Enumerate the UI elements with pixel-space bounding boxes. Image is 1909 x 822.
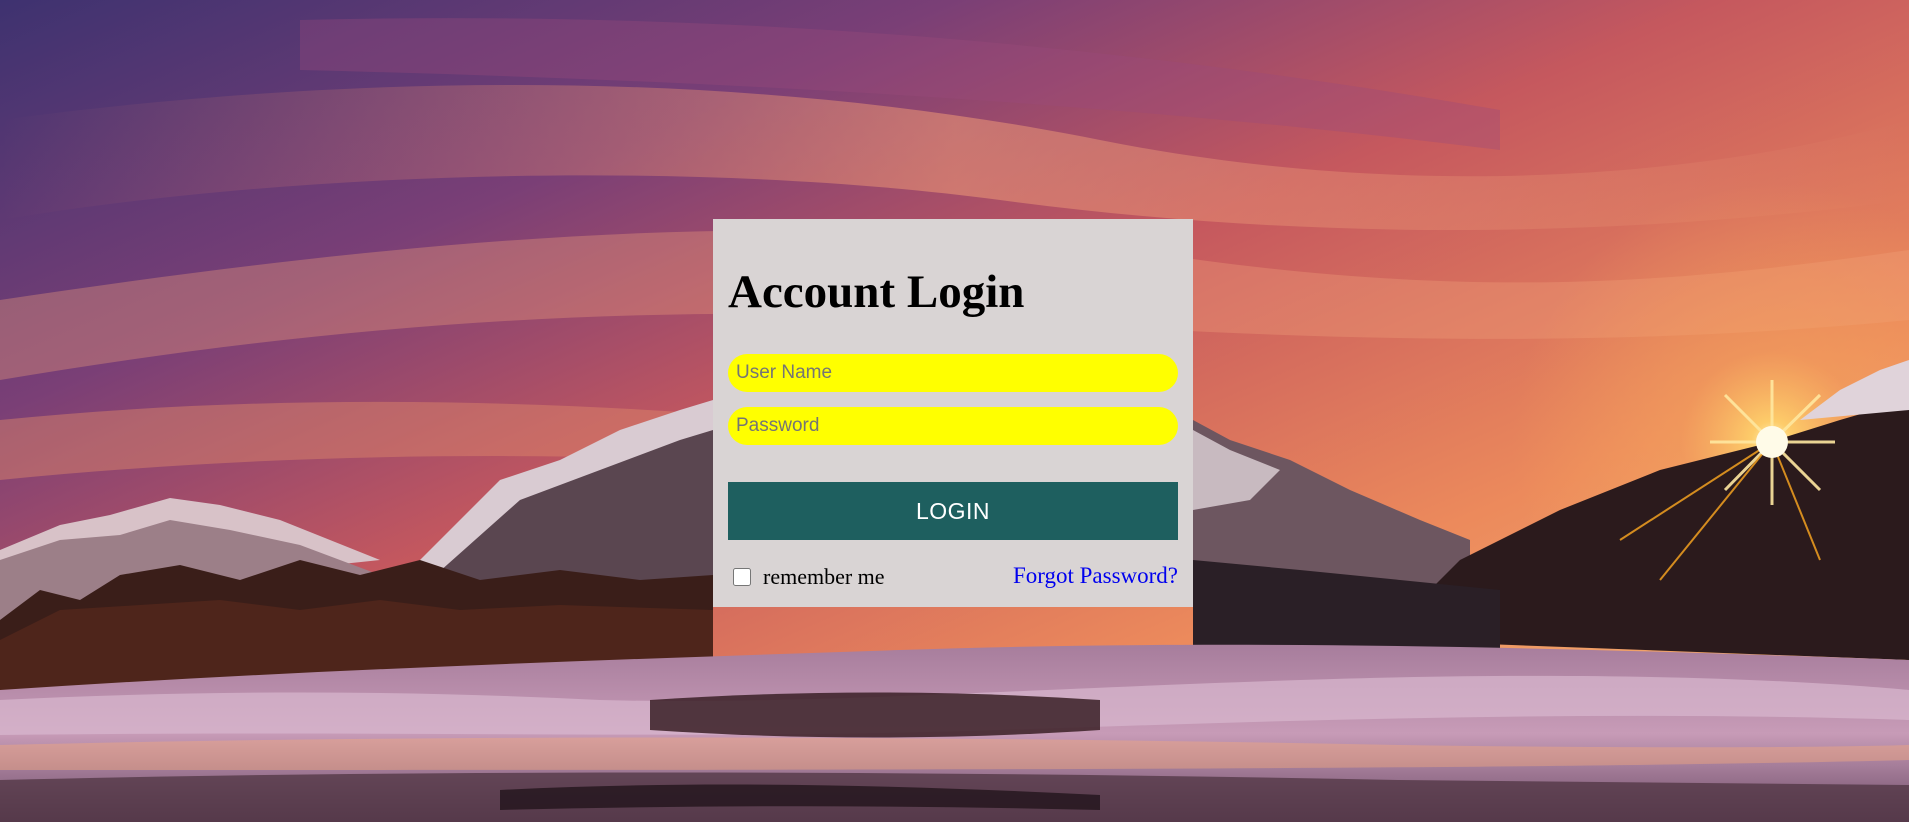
password-input[interactable] bbox=[728, 407, 1178, 445]
remember-me-label: remember me bbox=[763, 564, 885, 589]
username-input[interactable] bbox=[728, 354, 1178, 392]
page-title: Account Login bbox=[728, 266, 1025, 318]
remember-me[interactable]: remember me bbox=[733, 564, 885, 590]
forgot-password-link[interactable]: Forgot Password? bbox=[1013, 563, 1178, 589]
remember-me-checkbox[interactable] bbox=[733, 568, 751, 586]
login-button[interactable]: LOGIN bbox=[728, 482, 1178, 540]
login-panel: Account Login LOGIN remember me Forgot P… bbox=[713, 219, 1193, 607]
